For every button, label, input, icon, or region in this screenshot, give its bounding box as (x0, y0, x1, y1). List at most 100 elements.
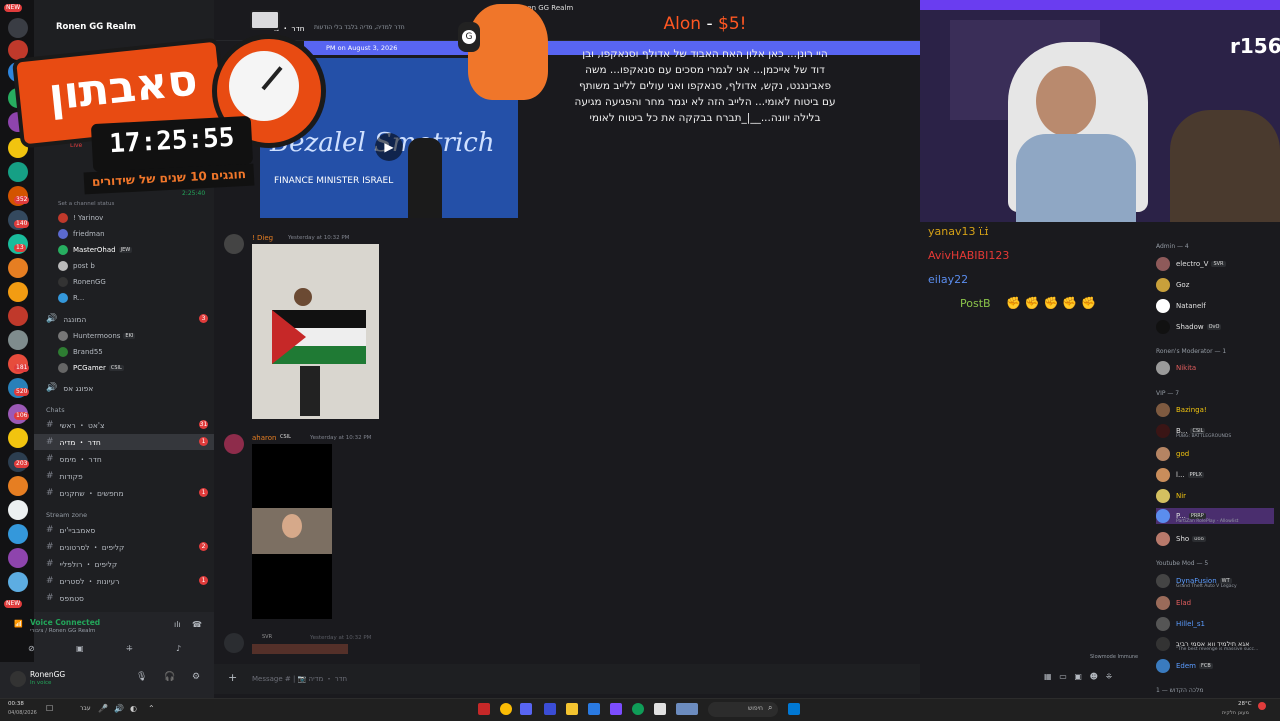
windows-start-icon[interactable] (788, 703, 800, 715)
soundboard-icon[interactable]: ♪ (176, 644, 181, 653)
server-icon[interactable] (8, 572, 28, 592)
volume-icon[interactable]: 🔊 (114, 704, 124, 713)
avatar[interactable] (224, 234, 244, 254)
voice-user[interactable]: MasterOhad JEW (58, 243, 133, 257)
avatar (1156, 361, 1170, 375)
settings-gear-icon[interactable]: ⚙ (192, 672, 200, 682)
member-item[interactable]: Elad (1156, 595, 1191, 611)
voice-channel[interactable]: 🔊 אפונג אס (34, 380, 214, 396)
server-icon[interactable] (8, 548, 28, 568)
voice-user[interactable]: R... (58, 291, 84, 305)
message-author[interactable]: aharon (252, 434, 276, 442)
member-item[interactable]: Sho ססט (1156, 531, 1206, 547)
play-icon[interactable]: ▶ (375, 133, 403, 161)
text-channel[interactable]: # צ'אט ・ ראשי 31 (34, 417, 214, 433)
text-channel[interactable]: # סאמבביי'ים (34, 522, 214, 538)
headphones-icon[interactable]: 🎧 (164, 672, 175, 682)
discord-icon[interactable] (520, 703, 532, 715)
server-icon[interactable] (8, 258, 28, 278)
video-attachment[interactable] (252, 444, 332, 619)
server-icon[interactable] (8, 500, 28, 520)
server-icon[interactable] (8, 306, 28, 326)
server-icon[interactable] (8, 476, 28, 496)
voice-channel[interactable]: 🔊 המונגה 3 (34, 311, 214, 327)
hash-icon: # (46, 525, 54, 535)
mic-icon[interactable]: 🎙 (136, 672, 147, 682)
app-icon[interactable] (588, 703, 600, 715)
language-indicator[interactable]: עבר (80, 705, 91, 712)
chrome-icon[interactable] (500, 703, 512, 715)
avatar[interactable] (224, 633, 244, 653)
avatar[interactable] (224, 434, 244, 454)
attachment-preview[interactable] (252, 644, 348, 654)
member-item[interactable]: Nir (1156, 488, 1186, 504)
voice-user[interactable]: Brand55 (58, 345, 103, 359)
voice-user[interactable]: PCGamer CSIL (58, 361, 124, 375)
timer-box: 17:25:55 (90, 115, 254, 173)
member-item[interactable]: electro_V SVR (1156, 256, 1226, 272)
voice-user[interactable]: Huntermoons EKI (58, 329, 136, 343)
member-item[interactable]: Edem FCB (1156, 658, 1213, 674)
app-icon[interactable] (676, 703, 698, 715)
image-attachment[interactable] (252, 244, 379, 419)
member-activity: Grand Theft Auto V Legacy (1176, 584, 1237, 589)
unread-badge: 2 (199, 542, 208, 551)
noise-icon[interactable]: ılı (174, 620, 181, 629)
channel-status-hint[interactable]: Set a channel status (58, 201, 114, 207)
category-chats[interactable]: Chats (46, 406, 65, 414)
camera-off-icon[interactable]: ⊘ (28, 644, 35, 653)
member-item[interactable]: Natanelf (1156, 298, 1206, 314)
member-item[interactable]: Bazinga! (1156, 402, 1207, 418)
voice-user[interactable]: ! Yarinov (58, 211, 103, 225)
notification-icon[interactable]: ☐ (46, 704, 53, 713)
text-channel[interactable]: # חדר ・ מימס (34, 451, 214, 467)
member-name: electro_V (1176, 260, 1209, 268)
member-item[interactable]: Nikita (1156, 360, 1196, 376)
server-icon[interactable] (8, 282, 28, 302)
voice-user[interactable]: friedman (58, 227, 105, 241)
server-icon[interactable] (8, 162, 28, 182)
chevron-up-icon[interactable]: ⌃ (148, 704, 155, 713)
apps-icon[interactable]: ⁜ (1106, 672, 1113, 681)
text-channel-selected[interactable]: # חדר ・ מדיה 1 (34, 434, 214, 450)
mic-tray-icon[interactable]: 🎤 (98, 704, 108, 713)
file-explorer-icon[interactable] (566, 703, 578, 715)
category-stream[interactable]: Stream zone (46, 511, 87, 519)
server-icon[interactable] (8, 428, 28, 448)
emoji-icon[interactable]: ☻ (1090, 672, 1098, 681)
member-item[interactable]: god (1156, 446, 1189, 462)
gift-icon[interactable]: ▦ (1044, 672, 1052, 681)
member-item[interactable]: Hillel_s1 (1156, 616, 1205, 632)
server-name[interactable]: Ronen GG Realm (56, 22, 136, 32)
gif-icon[interactable]: ▭ (1059, 672, 1067, 681)
message-input[interactable]: Message # | 📷 חדר ・ מדיה (252, 674, 347, 684)
member-item[interactable]: l... PPLX (1156, 467, 1204, 483)
activities-icon[interactable]: ⁜ (126, 644, 133, 653)
text-channel[interactable]: # קליפים ・ רולפליי (34, 556, 214, 572)
server-icon[interactable] (8, 330, 28, 350)
sticker-icon[interactable]: ▣ (1074, 672, 1082, 681)
text-channel[interactable]: # מחפשים ・ שחקנים 1 (34, 485, 214, 501)
text-channel[interactable]: # רעיונות ・ לסטרים 1 (34, 573, 214, 589)
add-attachment-icon[interactable]: + (228, 671, 237, 684)
edge-icon[interactable] (632, 703, 644, 715)
network-icon[interactable]: ◐ (130, 704, 137, 713)
voice-user[interactable]: RonenGG (58, 275, 106, 289)
screen-share-icon[interactable]: ▣ (76, 644, 84, 653)
app-icon[interactable] (478, 703, 490, 715)
member-item[interactable]: Shadow OvO (1156, 319, 1222, 335)
channel-label: אפונג אס (63, 383, 94, 393)
voice-user[interactable]: post b (58, 259, 95, 273)
text-channel[interactable]: # סטמפס (34, 590, 214, 606)
avatar[interactable] (10, 671, 26, 687)
disconnect-icon[interactable]: ☎ (192, 620, 202, 629)
message-author[interactable]: ! Dieg (252, 234, 273, 242)
server-icon[interactable] (8, 524, 28, 544)
taskbar-search[interactable]: חיפוש ⌕ (708, 702, 778, 717)
app-icon[interactable] (610, 703, 622, 715)
text-channel[interactable]: # פקודות (34, 468, 214, 484)
member-item[interactable]: Goz (1156, 277, 1189, 293)
app-icon[interactable] (654, 703, 666, 715)
text-channel[interactable]: # קליפים ・ לסרטונים 2 (34, 539, 214, 555)
app-icon[interactable] (544, 703, 556, 715)
